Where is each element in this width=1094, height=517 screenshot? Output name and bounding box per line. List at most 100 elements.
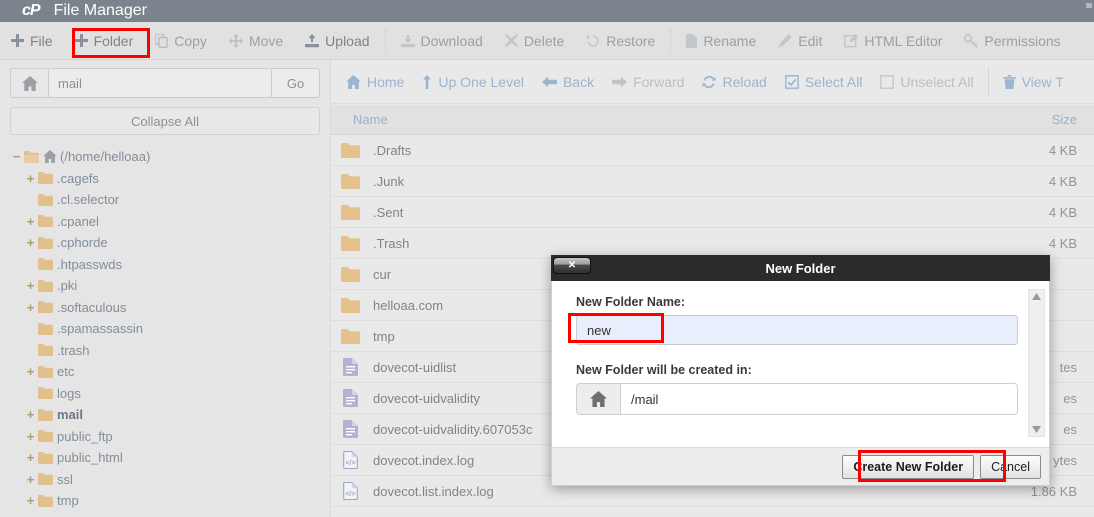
- dialog-scrollbar[interactable]: [1028, 289, 1045, 437]
- home-icon: [346, 74, 361, 89]
- folder-icon: [38, 494, 53, 507]
- file-toolbar-divider: [987, 66, 989, 97]
- expand-icon[interactable]: +: [24, 493, 37, 508]
- restore-button[interactable]: Restore: [575, 26, 666, 56]
- text-file-icon: [331, 420, 369, 438]
- rename-button[interactable]: Rename: [675, 26, 767, 56]
- select-all-button[interactable]: Select All: [776, 67, 872, 97]
- folder-icon: [38, 473, 53, 486]
- back-button[interactable]: Back: [533, 67, 603, 97]
- triangle-up-icon[interactable]: [1032, 293, 1041, 300]
- download-button[interactable]: Download: [390, 26, 494, 56]
- tree-node-pki[interactable]: + .pki: [0, 275, 330, 297]
- reload-label: Reload: [722, 73, 767, 90]
- tree-node-public-ftp[interactable]: + public_ftp: [0, 426, 330, 448]
- download-icon: [400, 34, 415, 48]
- key-icon: [964, 33, 979, 48]
- move-icon: [228, 33, 243, 48]
- go-button[interactable]: Go: [272, 68, 320, 98]
- forward-button[interactable]: Forward: [603, 67, 693, 97]
- home-nav-label: Home: [367, 73, 405, 90]
- arrow-up-icon: [422, 74, 432, 89]
- dialog-footer: Create New Folder Cancel: [551, 447, 1050, 486]
- expand-icon[interactable]: +: [24, 278, 37, 293]
- folder-icon: [331, 297, 369, 313]
- tree-node-logs[interactable]: logs: [0, 383, 330, 405]
- tree-node-cpanel[interactable]: + .cpanel: [0, 211, 330, 233]
- folder-icon: [38, 301, 53, 314]
- expand-icon[interactable]: +: [24, 429, 37, 444]
- column-header-size[interactable]: Size: [985, 112, 1094, 127]
- open-folder-icon: [24, 150, 39, 163]
- permissions-button[interactable]: Permissions: [953, 26, 1071, 56]
- tree-node-home-helloaa[interactable]: − (/home/helloaa): [0, 146, 330, 168]
- reload-button[interactable]: Reload: [693, 67, 775, 97]
- path-input[interactable]: [48, 68, 272, 98]
- destination-home-button[interactable]: [576, 383, 620, 415]
- tree-node-cphorde[interactable]: + .cphorde: [0, 232, 330, 254]
- tree-node-cl-selector[interactable]: .cl.selector: [0, 189, 330, 211]
- tree-node-etc[interactable]: + etc: [0, 361, 330, 383]
- create-new-folder-button[interactable]: Create New Folder: [842, 454, 975, 479]
- tree-node-trash[interactable]: .trash: [0, 340, 330, 362]
- tree-node-tmp[interactable]: + tmp: [0, 490, 330, 512]
- file-button[interactable]: File: [0, 26, 64, 56]
- table-row[interactable]: .Junk 4 KB: [331, 166, 1094, 197]
- destination-path-input[interactable]: [620, 383, 1018, 415]
- expand-icon[interactable]: +: [24, 472, 37, 487]
- expand-icon[interactable]: +: [24, 214, 37, 229]
- plus-icon: [11, 34, 24, 47]
- table-header-row: Name Size: [331, 105, 1094, 135]
- upload-button[interactable]: Upload: [294, 26, 380, 56]
- close-icon[interactable]: ✕: [553, 257, 591, 274]
- file-size-cell: 4 KB: [1048, 235, 1077, 251]
- table-row[interactable]: .Drafts 4 KB: [331, 135, 1094, 166]
- expand-icon[interactable]: +: [24, 300, 37, 315]
- tree-node-spamassassin[interactable]: .spamassassin: [0, 318, 330, 340]
- collapse-icon[interactable]: −: [10, 149, 23, 164]
- tree-node-cagefs[interactable]: + .cagefs: [0, 168, 330, 190]
- file-icon: [686, 33, 698, 48]
- move-button[interactable]: Move: [218, 26, 294, 56]
- expand-icon[interactable]: +: [24, 171, 37, 186]
- folder-icon: [38, 430, 53, 443]
- table-row[interactable]: .Sent 4 KB: [331, 197, 1094, 228]
- tree-node-label: .cl.selector: [57, 192, 120, 208]
- unselect-all-button[interactable]: Unselect All: [871, 67, 982, 97]
- home-nav-button[interactable]: Home: [337, 67, 413, 97]
- folder-icon: [331, 142, 369, 158]
- header-corner-mark: [1086, 3, 1092, 8]
- tree-node-public-html[interactable]: + public_html: [0, 447, 330, 469]
- tree-node-ssl[interactable]: + ssl: [0, 469, 330, 491]
- expand-icon[interactable]: +: [24, 450, 37, 465]
- folder-icon: [38, 365, 53, 378]
- expand-icon[interactable]: +: [24, 235, 37, 250]
- view-trash-button[interactable]: View T: [994, 67, 1073, 97]
- cancel-button[interactable]: Cancel: [980, 454, 1041, 479]
- html-editor-button[interactable]: HTML Editor: [833, 26, 953, 56]
- column-header-name[interactable]: Name: [331, 112, 985, 127]
- svg-text:</>: </>: [345, 460, 355, 467]
- path-home-button[interactable]: [10, 68, 48, 98]
- tree-node-softaculous[interactable]: + .softaculous: [0, 297, 330, 319]
- text-file-icon: [331, 389, 369, 407]
- file-navigation-toolbar: Home Up One Level Back Forward Reload Se…: [331, 60, 1094, 104]
- collapse-all-button[interactable]: Collapse All: [10, 107, 320, 135]
- edit-button[interactable]: Edit: [767, 26, 833, 56]
- download-button-label: Download: [420, 32, 483, 49]
- expand-icon[interactable]: +: [24, 364, 37, 379]
- toolbar-divider: [384, 27, 386, 54]
- view-trash-label: View T: [1021, 73, 1064, 90]
- tree-node-label: .spamassassin: [57, 321, 143, 337]
- up-one-level-button[interactable]: Up One Level: [413, 67, 533, 97]
- copy-button[interactable]: Copy: [144, 26, 218, 56]
- tree-node-mail[interactable]: + mail: [0, 404, 330, 426]
- cpanel-logo-icon: cP: [22, 2, 41, 19]
- delete-button[interactable]: Delete: [494, 26, 575, 56]
- new-folder-name-input[interactable]: [576, 315, 1018, 345]
- folder-icon: [38, 236, 53, 249]
- expand-icon[interactable]: +: [24, 407, 37, 422]
- folder-button[interactable]: Folder: [64, 26, 145, 56]
- tree-node-htpasswds[interactable]: .htpasswds: [0, 254, 330, 276]
- triangle-down-icon[interactable]: [1032, 426, 1041, 433]
